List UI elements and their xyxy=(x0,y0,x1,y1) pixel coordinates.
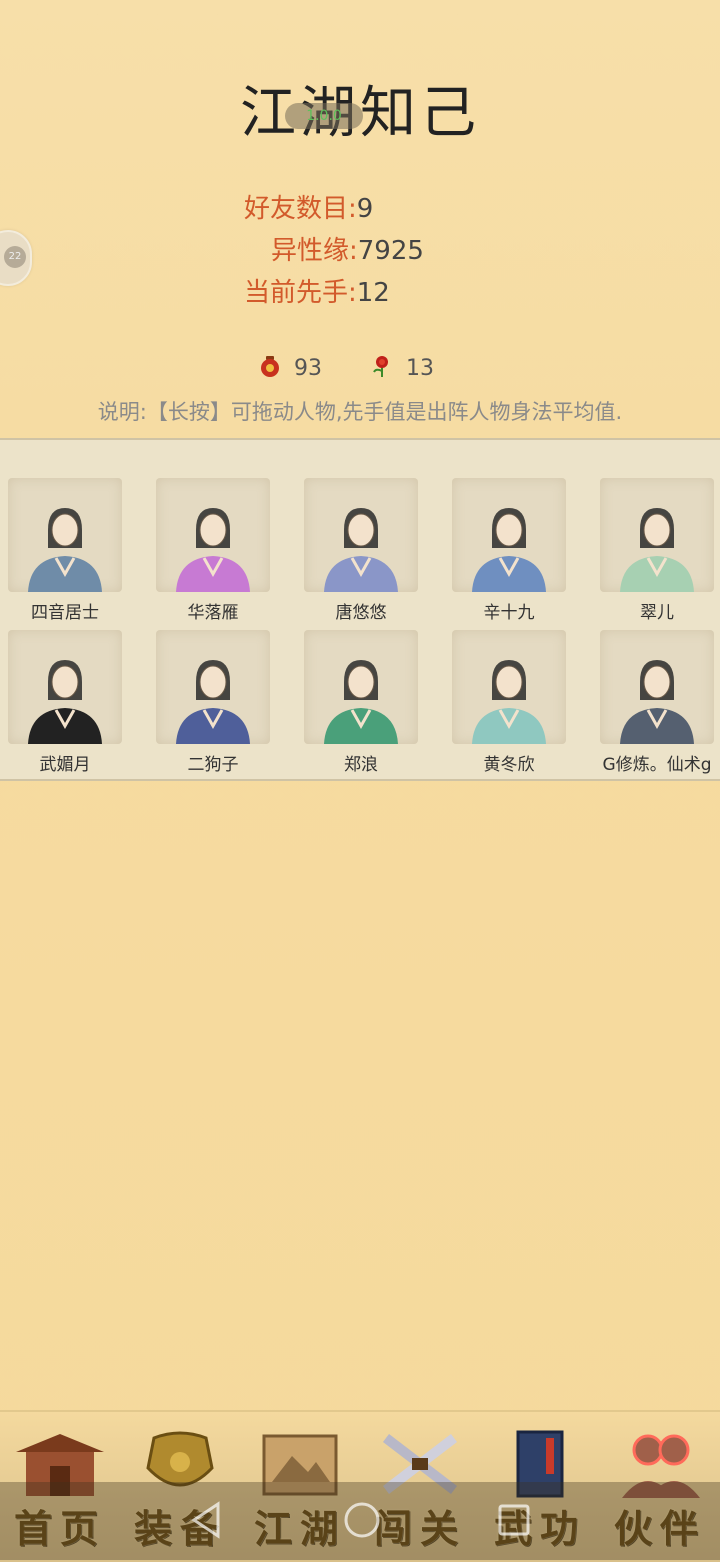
wine-jar-icon xyxy=(258,354,282,384)
character-name: 辛十九 xyxy=(483,603,535,623)
character-card[interactable]: 唐悠悠 xyxy=(304,478,418,623)
resource-rose: 13 xyxy=(370,354,434,384)
character-card[interactable]: 辛十九 xyxy=(452,478,566,623)
character-portrait xyxy=(304,630,418,744)
character-name: 武媚月 xyxy=(39,755,91,775)
stat-label: 好友数目: xyxy=(244,194,357,224)
character-portrait xyxy=(156,630,270,744)
stat-friends: 好友数目:9 xyxy=(244,188,373,225)
character-card[interactable]: 四音居士 xyxy=(8,478,122,623)
character-portrait xyxy=(452,630,566,744)
character-panel: 四音居士 华落雁 唐悠悠 辛十九 翠儿武媚月 二狗子 郑浪 黄冬欣 G修炼。仙术g xyxy=(0,438,720,781)
character-portrait xyxy=(600,630,714,744)
stat-value: 12 xyxy=(356,278,390,308)
stat-charm: 异性缘:7925 xyxy=(271,230,424,267)
character-card[interactable]: 华落雁 xyxy=(156,478,270,623)
character-card[interactable]: 翠儿 xyxy=(600,478,714,623)
home-circle-icon[interactable] xyxy=(342,1500,382,1544)
resource-wine: 93 xyxy=(258,354,322,384)
side-tab-badge: 22 xyxy=(4,246,26,268)
stat-value: 7925 xyxy=(357,236,424,266)
character-card[interactable]: G修炼。仙术g xyxy=(600,630,714,775)
character-card[interactable]: 武媚月 xyxy=(8,630,122,775)
recents-square-icon[interactable] xyxy=(496,1500,532,1544)
character-card[interactable]: 郑浪 xyxy=(304,630,418,775)
character-name: G修炼。仙术g xyxy=(602,755,712,775)
character-portrait xyxy=(452,478,566,592)
instructions-text: 说明:【长按】可拖动人物,先手值是出阵人物身法平均值. xyxy=(97,400,623,424)
character-portrait xyxy=(156,478,270,592)
character-name: 唐悠悠 xyxy=(335,603,387,623)
character-portrait xyxy=(8,478,122,592)
character-name: 二狗子 xyxy=(187,755,239,775)
version-pill: 1.0.0 xyxy=(285,103,363,129)
character-name: 黄冬欣 xyxy=(483,755,535,775)
character-portrait xyxy=(304,478,418,592)
resource-wine-value: 93 xyxy=(294,356,322,381)
character-card[interactable]: 黄冬欣 xyxy=(452,630,566,775)
character-portrait xyxy=(8,630,122,744)
stat-label: 当前先手: xyxy=(244,278,357,308)
side-tab[interactable]: 22 xyxy=(0,230,32,286)
resource-rose-value: 13 xyxy=(406,356,434,381)
character-name: 华落雁 xyxy=(187,603,239,623)
character-portrait xyxy=(600,478,714,592)
character-card[interactable]: 二狗子 xyxy=(156,630,270,775)
character-name: 四音居士 xyxy=(31,603,99,623)
stat-value: 9 xyxy=(356,194,374,224)
stat-initiative: 当前先手:12 xyxy=(244,272,390,309)
character-name: 郑浪 xyxy=(344,755,378,775)
rose-icon xyxy=(370,354,394,384)
character-name: 翠儿 xyxy=(640,603,674,623)
back-icon[interactable] xyxy=(188,1500,224,1544)
stat-label: 异性缘: xyxy=(271,236,358,266)
